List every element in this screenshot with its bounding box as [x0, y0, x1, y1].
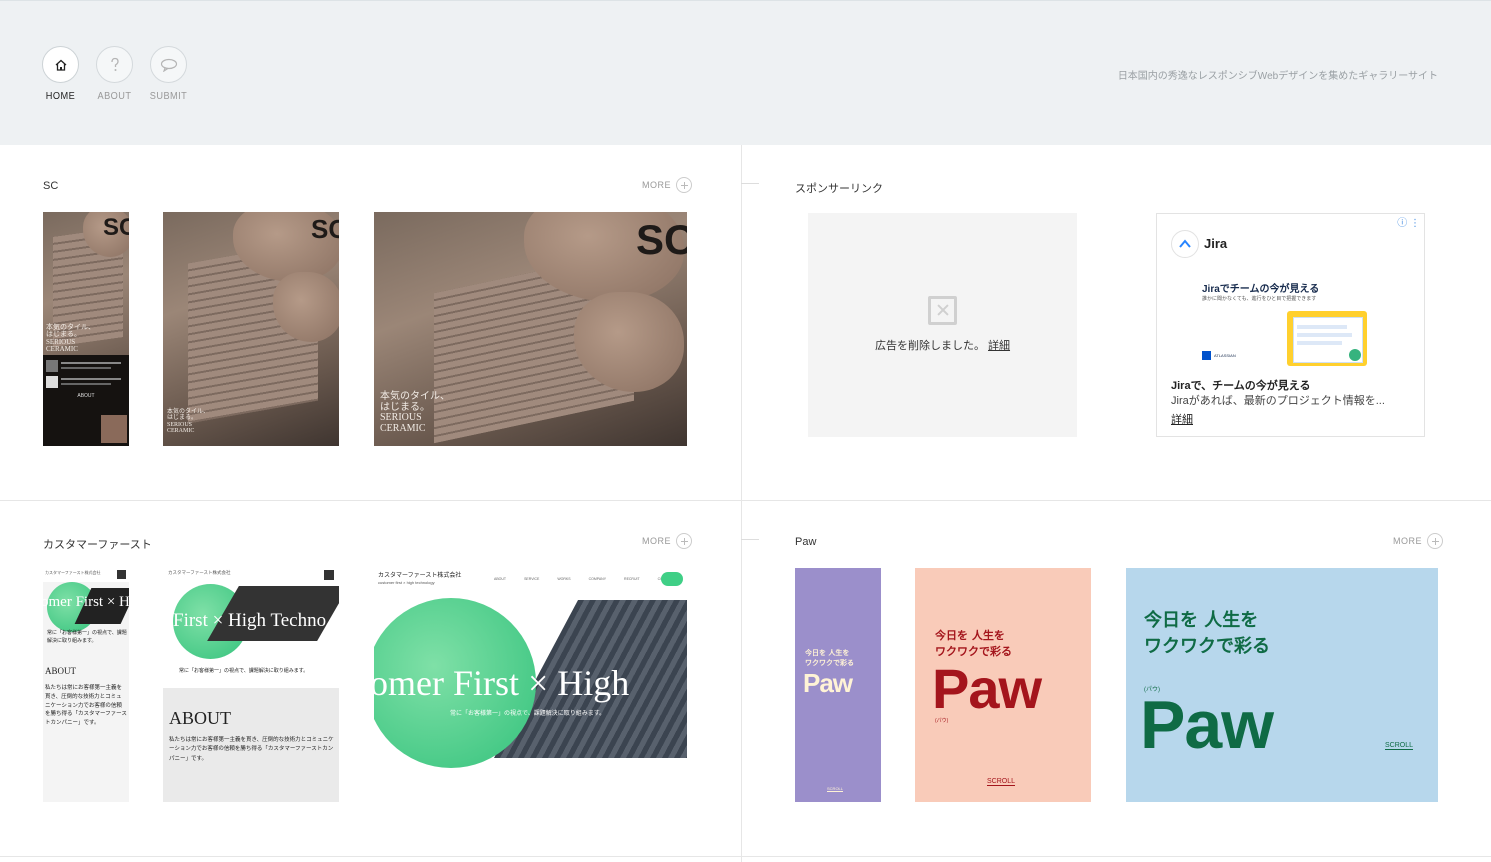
section-title-sponsor: スポンサーリンク: [795, 183, 883, 195]
nav-about-label: ABOUT: [97, 91, 132, 102]
removed-ad: 広告を削除しました。 詳細: [808, 213, 1077, 437]
home-icon[interactable]: [42, 46, 79, 83]
paw-mobile-screenshot[interactable]: 今日を 人生を ワクワクで彩る Paw SCROLL: [795, 568, 881, 802]
section-title-customer-first: カスタマーファースト: [43, 539, 152, 551]
section-title-paw: Paw: [795, 536, 817, 548]
paw-kana: (パウ): [935, 718, 949, 724]
more-label: MORE: [1393, 536, 1422, 546]
jira-ad-details-link[interactable]: 詳細: [1171, 411, 1193, 427]
paw-logo: Paw: [803, 668, 853, 698]
more-button-paw[interactable]: MORE: [1393, 533, 1443, 549]
jira-image-headline: Jiraでチームの今が見える: [1202, 284, 1320, 295]
row-divider: [0, 856, 1491, 857]
sc-copy: 本気のタイル、 はじまる。 SERIOUS CERAMIC: [380, 391, 450, 434]
jira-ad-title[interactable]: Jiraで、チームの今が見える: [1171, 377, 1310, 393]
menu-icon[interactable]: [324, 570, 334, 580]
customer-first-desktop-screenshot[interactable]: カスタマーファースト株式会社 customer first × high tec…: [374, 568, 687, 802]
paw-copy: 今日を 人生を ワクワクで彩る: [1144, 610, 1270, 658]
nav-home[interactable]: HOME: [42, 46, 79, 102]
divider-tick: [741, 539, 759, 540]
paw-desktop-screenshot[interactable]: 今日を 人生を ワクワクで彩る (パウ) Paw SCROLL: [1126, 568, 1438, 802]
more-button-sc[interactable]: MORE: [642, 177, 692, 193]
jira-logo-icon: [1171, 230, 1199, 258]
removed-ad-message: 広告を削除しました。 詳細: [874, 340, 1011, 352]
sc-news-list: ABOUT: [43, 355, 129, 446]
cf-nav: ABOUT SERVICE WORKS COMPANY RECRUIT CONT…: [494, 577, 674, 581]
sc-logo: SC: [311, 214, 339, 244]
main-nav: HOME ABOUT SUBMIT: [42, 46, 187, 102]
sc-copy: 本気のタイル、 はじまる。 SERIOUS CERAMIC: [167, 409, 210, 434]
ad-info-icon[interactable]: ⓘ ⋮: [1397, 214, 1420, 229]
scroll-indicator[interactable]: SCROLL: [827, 786, 844, 792]
cf-cta-button[interactable]: [661, 572, 683, 586]
nav-about[interactable]: ABOUT: [96, 46, 133, 102]
question-icon[interactable]: [96, 46, 133, 83]
paw-copy: 今日を 人生を ワクワクで彩る: [805, 649, 854, 668]
section-title-sc: SC: [43, 180, 59, 192]
jira-image-subline: 誰かに聞かなくても、進行をひと目で把握できます: [1202, 296, 1317, 302]
paw-tablet-screenshot[interactable]: 今日を 人生を ワクワクで彩る Paw (パウ) SCROLL: [915, 568, 1091, 802]
jira-ad-body: Jiraがあれば、最新のプロジェクト情報を...: [1171, 395, 1385, 407]
more-label: MORE: [642, 536, 671, 546]
nav-submit-label: SUBMIT: [149, 91, 188, 102]
jira-board-illustration: [1287, 311, 1367, 366]
paw-logo: Paw: [932, 657, 1042, 720]
jira-brand: Jira: [1204, 236, 1228, 251]
plus-icon: [1427, 533, 1443, 549]
site-header: HOME ABOUT SUBMIT 日本国内の秀逸なレスポンシブWebデザインを…: [0, 0, 1491, 145]
sc-mobile-screenshot[interactable]: SC 本気のタイル、 はじまる。 SERIOUS CERAMIC ABOUT: [43, 212, 129, 446]
sc-tablet-screenshot[interactable]: SC 本気のタイル、 はじまる。 SERIOUS CERAMIC: [163, 212, 339, 446]
sc-logo: SC: [103, 214, 129, 241]
speech-bubble-icon[interactable]: [150, 46, 187, 83]
plus-icon: [676, 177, 692, 193]
scroll-indicator[interactable]: SCROLL: [987, 778, 1016, 786]
sc-desktop-screenshot[interactable]: SC 本気のタイル、 はじまる。 SERIOUS CERAMIC: [374, 212, 687, 446]
sc-copy: 本気のタイル、 はじまる。 SERIOUS CERAMIC: [46, 323, 95, 354]
site-tagline: 日本国内の秀逸なレスポンシブWebデザインを集めたギャラリーサイト: [1117, 71, 1438, 82]
atlassian-logo: ATLASSIAN: [1202, 351, 1236, 360]
nav-submit[interactable]: SUBMIT: [150, 46, 187, 102]
more-label: MORE: [642, 180, 671, 190]
row-divider: [0, 500, 1491, 501]
plus-icon: [676, 533, 692, 549]
nav-home-label: HOME: [45, 91, 76, 102]
paw-logo: Paw: [1140, 687, 1274, 763]
scroll-indicator[interactable]: SCROLL: [1385, 742, 1414, 750]
more-button-customer-first[interactable]: MORE: [642, 533, 692, 549]
removed-ad-details-link[interactable]: 詳細: [988, 340, 1010, 352]
jira-ad[interactable]: ⓘ ⋮ Jira Jiraでチームの今が見える 誰かに聞かなくても、進行をひと目…: [1156, 213, 1425, 437]
broken-ad-icon: [928, 296, 957, 325]
sc-logo: SC: [636, 216, 687, 263]
column-divider: [741, 145, 742, 862]
menu-icon[interactable]: [117, 570, 126, 579]
divider-tick: [741, 183, 759, 184]
customer-first-mobile-screenshot[interactable]: カスタマーファースト株式会社 omer First × High 常に「お客様第…: [43, 568, 129, 802]
customer-first-tablet-screenshot[interactable]: カスタマーファースト株式会社 First × High Techno 常に「お客…: [163, 568, 339, 802]
